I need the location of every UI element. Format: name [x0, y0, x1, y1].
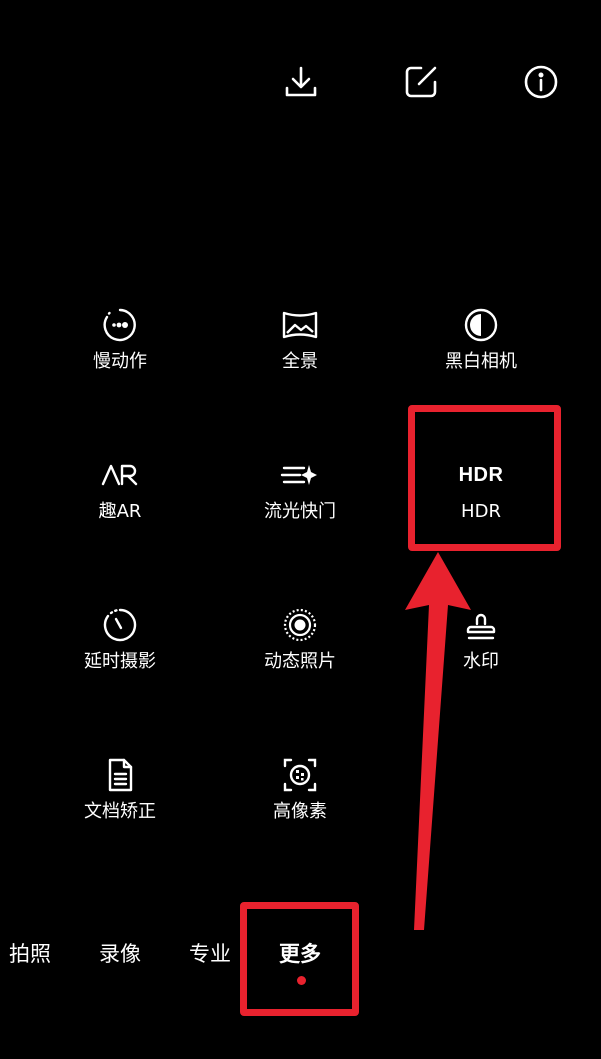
- annotation-arrow: [405, 552, 471, 930]
- arrow-shape: [405, 552, 471, 930]
